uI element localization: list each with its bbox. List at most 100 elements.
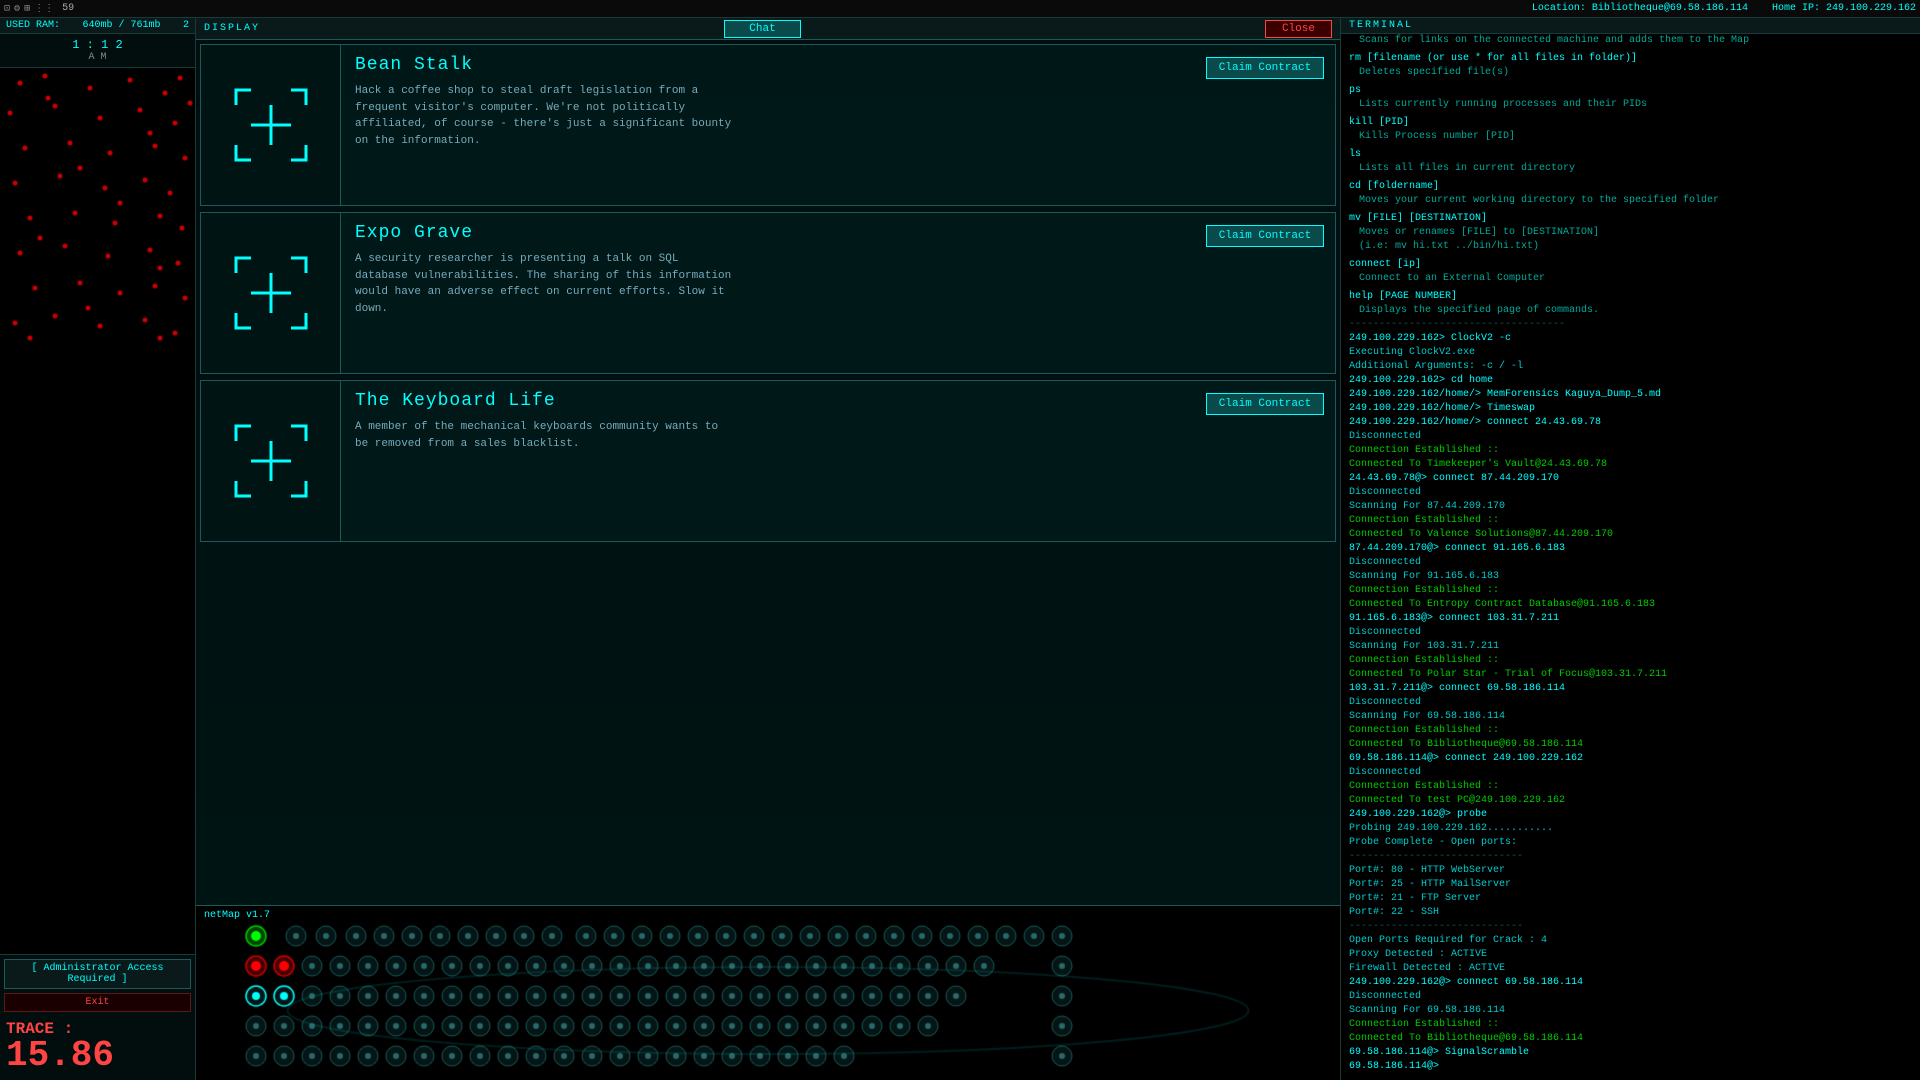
terminal-panel: TERMINAL help [PAGE NUMBER]Displays the …: [1340, 18, 1920, 1080]
terminal-line: Port#: 21 - FTP Server: [1349, 892, 1912, 906]
terminal-line: 249.100.229.162> ClockV2 -c: [1349, 332, 1912, 346]
terminal-line: Lists currently running processes and th…: [1349, 98, 1912, 112]
terminal-line: Proxy Detected : ACTIVE: [1349, 948, 1912, 962]
contract-title-expo-grave: Expo Grave: [355, 223, 1181, 243]
netmap-canvas: [196, 906, 1340, 1080]
terminal-line: Scanning For 103.31.7.211: [1349, 640, 1912, 654]
terminal-line: help [PAGE NUMBER]: [1349, 290, 1912, 304]
terminal-line: Moves or renames [FILE] to [DESTINATION]: [1349, 226, 1912, 240]
terminal-line: Connection Established ::: [1349, 444, 1912, 458]
exit-button[interactable]: Exit: [4, 993, 191, 1012]
trace-section: TRACE : 15.86: [0, 1016, 195, 1080]
terminal-line: Connected To Bibliotheque@69.58.186.114: [1349, 738, 1912, 752]
terminal-line: mv [FILE] [DESTINATION]: [1349, 212, 1912, 226]
contract-card-keyboard-life: The Keyboard Life A member of the mechan…: [200, 380, 1336, 542]
terminal-line: Disconnected: [1349, 696, 1912, 710]
terminal-line: Additional Arguments: -c / -l: [1349, 360, 1912, 374]
process-id: 59: [62, 3, 74, 14]
lock-icon[interactable]: ⊞: [24, 3, 30, 15]
contract-action-expo-grave: Claim Contract: [1195, 213, 1335, 373]
terminal-line: Scans for links on the connected machine…: [1349, 34, 1912, 48]
terminal-line: Disconnected: [1349, 430, 1912, 444]
ram-label: USED RAM:: [6, 20, 60, 31]
terminal-line: Deletes specified file(s): [1349, 66, 1912, 80]
netmap-label: netMap v1.7: [204, 910, 270, 921]
terminal-header: TERMINAL: [1341, 18, 1920, 34]
window-icon[interactable]: ⊡: [4, 3, 10, 15]
contract-title-keyboard-life: The Keyboard Life: [355, 391, 1181, 411]
display-label: DISPLAY: [204, 23, 260, 34]
terminal-line: Kills Process number [PID]: [1349, 130, 1912, 144]
terminal-line: 249.100.229.162/home/> MemForensics Kagu…: [1349, 388, 1912, 402]
terminal-line: -----------------------------: [1349, 850, 1912, 864]
main-layout: USED RAM: 640mb / 761mb 2 1 : 1 2 A M [ …: [0, 18, 1920, 1080]
terminal-line: 249.100.229.162@> probe: [1349, 808, 1912, 822]
left-network-canvas: [0, 68, 195, 954]
terminal-line: ls: [1349, 148, 1912, 162]
claim-contract-btn-keyboard-life[interactable]: Claim Contract: [1206, 393, 1324, 415]
terminal-line: 69.58.186.114@>: [1349, 1060, 1912, 1074]
contract-icon-keyboard-life: [201, 381, 341, 541]
contract-card-expo-grave: Expo Grave A security researcher is pres…: [200, 212, 1336, 374]
terminal-line: Connection Established ::: [1349, 514, 1912, 528]
terminal-line: 249.100.229.162/home/> Timeswap: [1349, 402, 1912, 416]
terminal-line: Connection Established ::: [1349, 724, 1912, 738]
terminal-line: Connection Established ::: [1349, 780, 1912, 794]
admin-access-button[interactable]: [ Administrator Access Required ]: [4, 959, 191, 989]
terminal-line: Connect to an External Computer: [1349, 272, 1912, 286]
contract-card-bean-stalk: Bean Stalk Hack a coffee shop to steal d…: [200, 44, 1336, 206]
terminal-line: Connected To Timekeeper's Vault@24.43.69…: [1349, 458, 1912, 472]
terminal-line: Connected To Polar Star - Trial of Focus…: [1349, 668, 1912, 682]
terminal-line: (i.e: mv hi.txt ../bin/hi.txt): [1349, 240, 1912, 254]
terminal-line: Scanning For 91.165.6.183: [1349, 570, 1912, 584]
ram-slot: 2: [183, 20, 189, 31]
clock-section: 1 : 1 2 A M: [0, 34, 195, 68]
terminal-line: Firewall Detected : ACTIVE: [1349, 962, 1912, 976]
contract-desc-bean-stalk: Hack a coffee shop to steal draft legisl…: [355, 83, 735, 149]
center-panel: DISPLAY Chat Close Bean Stalk Ha: [196, 18, 1340, 1080]
terminal-line: Connection Established ::: [1349, 1018, 1912, 1032]
contract-action-bean-stalk: Claim Contract: [1195, 45, 1335, 205]
display-header: DISPLAY Chat Close: [196, 18, 1340, 40]
terminal-line: 249.100.229.162@> connect 69.58.186.114: [1349, 976, 1912, 990]
left-bottom: [ Administrator Access Required ] Exit: [0, 954, 195, 1016]
terminal-line: Connected To Valence Solutions@87.44.209…: [1349, 528, 1912, 542]
contract-icon-expo-grave: [201, 213, 341, 373]
location-info: Location: Bibliotheque@69.58.186.114 Hom…: [1532, 3, 1916, 14]
terminal-line: kill [PID]: [1349, 116, 1912, 130]
terminal-line: 103.31.7.211@> connect 69.58.186.114: [1349, 682, 1912, 696]
claim-contract-btn-bean-stalk[interactable]: Claim Contract: [1206, 57, 1324, 79]
netmap-section: netMap v1.7: [196, 905, 1340, 1080]
terminal-line: Connected To Entropy Contract Database@9…: [1349, 598, 1912, 612]
top-bar: ⊡ ⚙ ⊞ ⋮⋮ 59 Location: Bibliotheque@69.58…: [0, 0, 1920, 18]
grid-icon[interactable]: ⋮⋮: [34, 3, 54, 15]
claim-contract-btn-expo-grave[interactable]: Claim Contract: [1206, 225, 1324, 247]
contracts-list: Bean Stalk Hack a coffee shop to steal d…: [196, 40, 1340, 905]
terminal-line: Connected To test PC@249.100.229.162: [1349, 794, 1912, 808]
contract-action-keyboard-life: Claim Contract: [1195, 381, 1335, 541]
terminal-line: Disconnected: [1349, 556, 1912, 570]
terminal-line: 249.100.229.162/home/> connect 24.43.69.…: [1349, 416, 1912, 430]
chat-tab[interactable]: Chat: [724, 20, 800, 38]
terminal-line: Port#: 22 - SSH: [1349, 906, 1912, 920]
terminal-line: cd [foldername]: [1349, 180, 1912, 194]
terminal-body[interactable]: help [PAGE NUMBER]Displays the specified…: [1341, 34, 1920, 1080]
terminal-line: Connected To Bibliotheque@69.58.186.114: [1349, 1032, 1912, 1046]
contract-body-expo-grave: Expo Grave A security researcher is pres…: [341, 213, 1195, 373]
terminal-line: Disconnected: [1349, 626, 1912, 640]
terminal-line: Probe Complete - Open ports:: [1349, 836, 1912, 850]
close-button[interactable]: Close: [1265, 20, 1332, 38]
terminal-line: 69.58.186.114@> connect 249.100.229.162: [1349, 752, 1912, 766]
terminal-line: 249.100.229.162> cd home: [1349, 374, 1912, 388]
top-bar-icons: ⊡ ⚙ ⊞ ⋮⋮: [4, 3, 54, 15]
terminal-line: Disconnected: [1349, 766, 1912, 780]
terminal-line: Displays the specified page of commands.: [1349, 304, 1912, 318]
terminal-line: Lists all files in current directory: [1349, 162, 1912, 176]
terminal-line: 69.58.186.114@> SignalScramble: [1349, 1046, 1912, 1060]
terminal-line: Open Ports Required for Crack : 4: [1349, 934, 1912, 948]
ram-bar: USED RAM: 640mb / 761mb 2: [0, 18, 195, 34]
settings-icon[interactable]: ⚙: [14, 3, 20, 15]
terminal-line: Disconnected: [1349, 486, 1912, 500]
contract-title-bean-stalk: Bean Stalk: [355, 55, 1181, 75]
terminal-line: Scanning For 69.58.186.114: [1349, 710, 1912, 724]
